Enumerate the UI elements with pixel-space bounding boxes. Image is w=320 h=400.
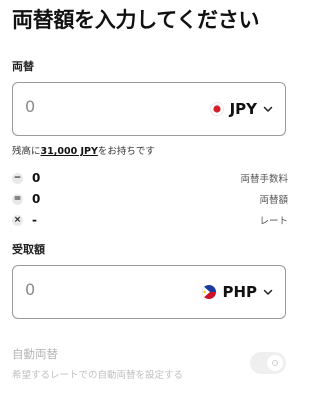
exchange-currency-code: JPY <box>229 100 257 118</box>
receive-amount-field[interactable]: 0 PHP <box>12 265 286 319</box>
exchange-amount-row: = 0 両替額 <box>12 190 288 208</box>
minus-icon: − <box>12 172 23 184</box>
auto-exchange-title: 自動両替 <box>12 347 58 361</box>
exchange-amount-label: 両替額 <box>259 195 288 206</box>
fee-label: 両替手数料 <box>240 174 288 185</box>
multiply-icon: × <box>12 214 23 226</box>
exchange-amount-value: 0 <box>32 192 41 206</box>
balance-text: 残高に31,000 JPYをお持ちです <box>12 143 155 157</box>
chevron-down-icon <box>263 289 273 295</box>
equals-icon: = <box>12 193 23 205</box>
toggle-knob <box>267 355 283 371</box>
exchange-amount-input[interactable]: 0 <box>25 97 35 116</box>
balance-suffix: をお持ちです <box>97 146 155 157</box>
balance-prefix: 残高に <box>12 146 41 157</box>
exchange-currency-selector[interactable]: JPY <box>209 95 273 123</box>
balance-amount-link[interactable]: 31,000 JPY <box>41 146 98 157</box>
rate-label: レート <box>259 216 288 227</box>
page-title: 両替額を入力してください <box>12 8 260 32</box>
japan-flag-icon <box>209 102 224 116</box>
rate-value: - <box>32 213 37 227</box>
receive-currency-code: PHP <box>222 283 257 301</box>
receive-currency-selector[interactable]: PHP <box>202 278 273 306</box>
chevron-down-icon <box>263 106 273 112</box>
fee-value: 0 <box>32 171 41 185</box>
rate-row: × - レート <box>12 211 288 229</box>
receive-label: 受取額 <box>12 243 45 256</box>
philippines-flag-icon <box>202 285 217 299</box>
auto-exchange-description: 希望するレートでの自動両替を設定する <box>12 370 184 381</box>
receive-amount-input[interactable]: 0 <box>25 280 35 299</box>
auto-exchange-toggle[interactable] <box>250 352 286 374</box>
exchange-amount-field[interactable]: 0 JPY <box>12 82 286 136</box>
exchange-label: 両替 <box>12 60 34 73</box>
fee-row: − 0 両替手数料 <box>12 169 288 187</box>
